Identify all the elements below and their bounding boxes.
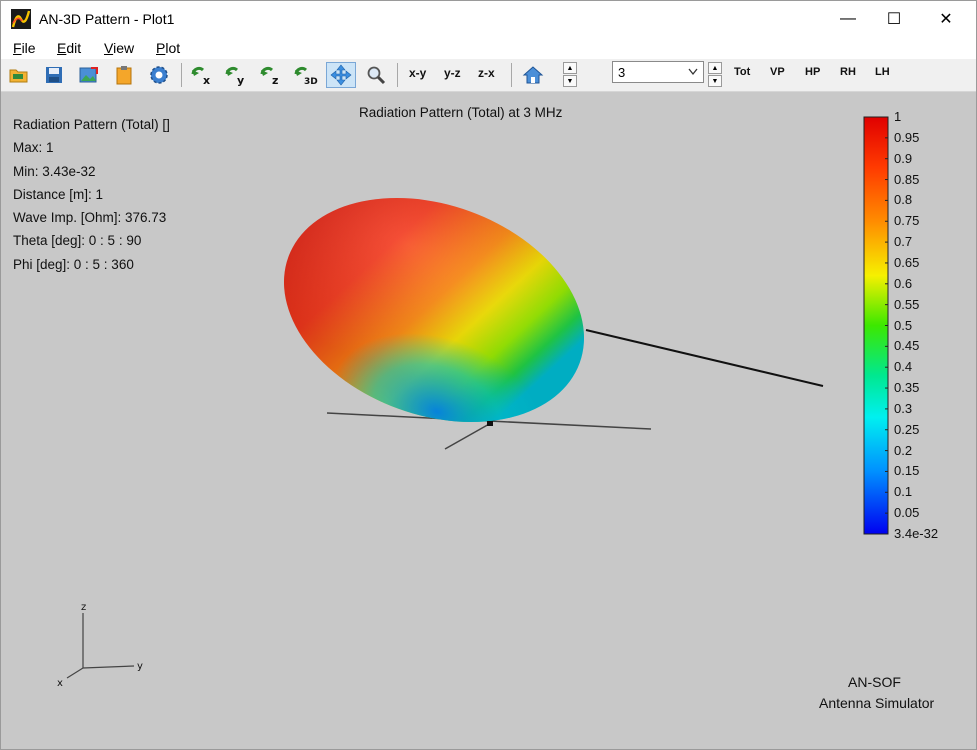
view-yz-button[interactable]: y-z (444, 66, 461, 80)
colorbar-label: 0.05 (894, 505, 920, 521)
frequency-select-value: 3 (618, 65, 626, 80)
rotate-x-icon: x (191, 66, 210, 86)
colorbar-label: 0.8 (894, 192, 913, 208)
colorbar-label: 0.75 (894, 213, 920, 229)
colorbar-label: 0.3 (894, 400, 913, 416)
rotate-3d-label: 3D (304, 77, 318, 86)
rotate-y-icon: y (225, 66, 244, 86)
pol-vp-button[interactable]: VP (770, 66, 785, 78)
toolbar-separator (181, 63, 182, 87)
axis-label-x: x (57, 678, 63, 689)
toolbar: x y z 3D x-y y-z z-x ▲ ▼ ▲ ▼ Tot VP HP R… (1, 59, 976, 92)
arrow-up-icon: ▲ (566, 64, 574, 72)
clipboard-button[interactable] (111, 62, 137, 88)
rotate-z-button[interactable]: z (258, 62, 284, 88)
colorbar-label: 0.5 (894, 317, 913, 333)
pan-arrows-icon (330, 64, 352, 86)
antenna-feed-marker (487, 421, 493, 426)
save-button[interactable] (41, 62, 67, 88)
close-icon: ✕ (939, 11, 953, 28)
menu-bar: File Edit View Plot (1, 37, 976, 59)
menu-plot[interactable]: Plot (156, 40, 180, 56)
rotate-y-label: y (237, 74, 244, 86)
step-up-button[interactable]: ▲ (563, 62, 577, 74)
rotate-3d-button[interactable]: 3D (293, 62, 319, 88)
brand-tagline: Antenna Simulator (819, 695, 935, 711)
maximize-icon: ☐ (886, 11, 902, 28)
antenna-wire (585, 329, 824, 387)
brand-name: AN-SOF (848, 674, 901, 690)
axis-label-z: z (81, 602, 86, 613)
colorbar-label: 0.7 (894, 234, 913, 250)
colorbar-label: 0.9 (894, 150, 913, 166)
toolbar-separator (397, 63, 398, 87)
colorbar-label: 0.25 (894, 421, 920, 437)
save-disk-icon (46, 67, 62, 83)
colorbar-label: 0.85 (894, 171, 920, 187)
colorbar-label: 0.55 (894, 296, 920, 312)
pan-button[interactable] (326, 62, 356, 88)
colorbar-label: 0.95 (894, 129, 920, 145)
orientation-triad (66, 613, 135, 679)
image-export-icon (79, 67, 98, 83)
rotate-y-button[interactable]: y (223, 62, 249, 88)
frequency-select[interactable]: 3 (612, 61, 704, 83)
rotate-3d-icon: 3D (294, 66, 318, 86)
pol-hp-button[interactable]: HP (805, 66, 820, 78)
home-icon (522, 66, 544, 84)
chevron-down-icon (688, 68, 698, 76)
frequency-down-button[interactable]: ▼ (708, 75, 722, 87)
zoom-button[interactable] (363, 62, 389, 88)
open-folder-icon (9, 69, 28, 83)
rotate-z-label: z (272, 74, 278, 86)
rotate-x-label: x (203, 74, 210, 86)
radiation-pattern-3d: z y x (57, 116, 889, 689)
minimize-button[interactable]: — (825, 1, 871, 37)
menu-edit[interactable]: Edit (57, 40, 81, 56)
pol-tot-button[interactable]: Tot (734, 66, 750, 78)
colorbar-label: 0.45 (894, 338, 920, 354)
colorbar-label: 1 (894, 109, 902, 124)
colorbar (863, 116, 889, 535)
clipboard-icon (116, 66, 132, 85)
colorbar-label: 0.4 (894, 359, 913, 375)
frequency-up-button[interactable]: ▲ (708, 62, 722, 74)
plot-area[interactable]: Radiation Pattern (Total) [] Max: 1 Min:… (1, 92, 976, 749)
view-xy-button[interactable]: x-y (409, 66, 426, 80)
title-bar: AN-3D Pattern - Plot1 — ☐ ✕ (1, 1, 976, 37)
colorbar-label: 0.2 (894, 442, 913, 458)
axis-label-y: y (137, 661, 143, 672)
colorbar-label: 0.1 (894, 484, 913, 500)
pol-rh-button[interactable]: RH (840, 66, 856, 78)
window-title: AN-3D Pattern - Plot1 (39, 11, 175, 27)
x-axis-line (444, 422, 492, 450)
colorbar-label: 3.4e-32 (894, 526, 939, 541)
rotate-z-icon: z (260, 66, 278, 86)
step-down-button[interactable]: ▼ (563, 75, 577, 87)
home-view-button[interactable] (520, 62, 546, 88)
arrow-up-icon: ▲ (711, 64, 719, 72)
arrow-down-icon: ▼ (566, 77, 574, 85)
gear-icon (150, 66, 168, 84)
maximize-button[interactable]: ☐ (871, 1, 917, 37)
colorbar-label: 0.65 (894, 254, 920, 270)
settings-button[interactable] (146, 62, 172, 88)
colorbar-label: 0.35 (894, 380, 920, 396)
colorbar-label: 0.15 (894, 463, 920, 479)
close-button[interactable]: ✕ (923, 1, 969, 37)
open-button[interactable] (6, 62, 32, 88)
pol-lh-button[interactable]: LH (875, 66, 890, 78)
app-window: AN-3D Pattern - Plot1 — ☐ ✕ File Edit Vi… (0, 0, 977, 750)
view-zx-button[interactable]: z-x (478, 66, 495, 80)
rotate-x-button[interactable]: x (189, 62, 215, 88)
menu-file[interactable]: File (13, 40, 36, 56)
menu-view[interactable]: View (104, 40, 134, 56)
arrow-down-icon: ▼ (711, 77, 719, 85)
export-image-button[interactable] (76, 62, 102, 88)
minimize-icon: — (840, 10, 856, 27)
app-logo-icon (11, 9, 31, 29)
colorbar-label: 0.6 (894, 275, 913, 291)
magnifier-icon (367, 66, 386, 85)
toolbar-separator (511, 63, 512, 87)
